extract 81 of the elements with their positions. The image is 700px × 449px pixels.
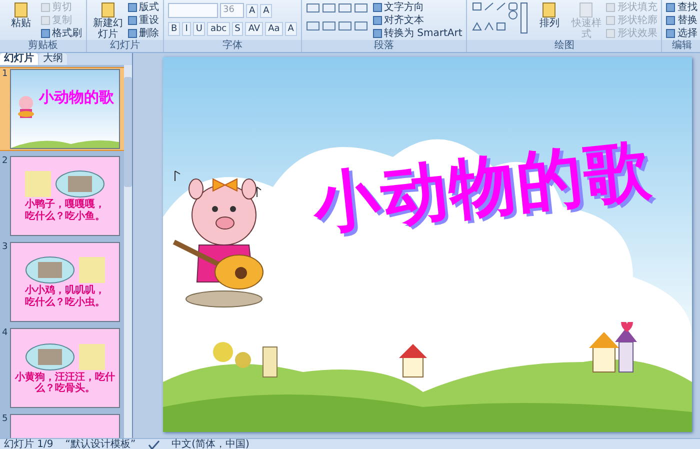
- ribbon-button[interactable]: 重设: [128, 14, 159, 26]
- group-label: 段落: [302, 40, 466, 52]
- group-label: 幻灯片: [87, 40, 163, 52]
- group-label: 编辑: [662, 40, 700, 52]
- ribbon-button[interactable]: 查找: [666, 1, 698, 13]
- ribbon-button[interactable]: 替换: [666, 14, 698, 26]
- font-format-button[interactable]: AV: [245, 22, 264, 36]
- slide-thumbnail-row[interactable]: 4 小黄狗，汪汪汪，吃什么？吃骨头。: [0, 327, 124, 409]
- square-icon: [666, 28, 676, 38]
- slide-thumbnail-row[interactable]: 5: [0, 413, 124, 438]
- ribbon-button[interactable]: 粘贴: [4, 1, 38, 29]
- language-indicator[interactable]: 中文(简体，中国): [172, 439, 250, 449]
- ribbon-button[interactable]: 选择: [666, 27, 698, 39]
- slide-thumbnail-row[interactable]: 2 小鸭子，嘎嘎嘎， 吃什么？吃小鱼。: [0, 155, 124, 237]
- slide-thumbnail-row[interactable]: 1 小动物的歌: [0, 67, 124, 151]
- group-label: 字体: [164, 40, 301, 52]
- slide-number: 1: [2, 69, 8, 81]
- panel-tab[interactable]: 幻灯片: [0, 53, 38, 65]
- photo-placeholder: [79, 257, 105, 283]
- font-format-button[interactable]: I: [182, 22, 191, 36]
- panel-tab[interactable]: 大纲: [39, 53, 67, 65]
- square-icon: [128, 16, 137, 24]
- photo-placeholder: [79, 344, 105, 370]
- ribbon-button[interactable]: 排列: [532, 1, 566, 29]
- square-icon: [666, 2, 676, 12]
- font-format-button[interactable]: A: [284, 22, 297, 36]
- ribbon-button[interactable]: 删除: [128, 27, 159, 39]
- font-format-button[interactable]: Aa: [265, 22, 283, 36]
- font-name-field[interactable]: [168, 3, 218, 18]
- square-icon: [606, 28, 616, 38]
- slide-counter: 幻灯片 1/9: [4, 439, 54, 449]
- checkmark-icon[interactable]: [148, 440, 160, 449]
- square-icon: [41, 16, 50, 24]
- document-icon: [541, 2, 558, 18]
- thought-bubble-drawing: [25, 342, 75, 370]
- ribbon-button[interactable]: 对齐文本: [372, 14, 462, 26]
- font-format-button[interactable]: B: [168, 22, 180, 36]
- thumbnail-title: 小动物的歌: [39, 88, 114, 107]
- slide-text: 小黄狗，汪汪汪，吃什么？吃骨头。: [15, 372, 115, 394]
- group-label: 绘图: [467, 40, 662, 52]
- slide-number: 2: [2, 156, 8, 168]
- slide-title: 小动物的歌: [309, 129, 657, 245]
- theme-name: “默认设计模板”: [65, 439, 136, 449]
- group-label: 剪贴板: [0, 40, 86, 52]
- font-format-button[interactable]: abc: [207, 22, 230, 36]
- ribbon-button[interactable]: 新建幻灯片: [91, 1, 125, 40]
- scrollbar[interactable]: [124, 65, 132, 438]
- square-icon: [372, 16, 382, 24]
- slide-text: 吃什么？吃小鱼。: [25, 211, 105, 222]
- square-icon: [606, 16, 616, 24]
- document-icon: [578, 2, 594, 18]
- square-icon: [372, 28, 382, 38]
- ribbon-button[interactable]: 转换为 SmartArt: [372, 27, 462, 39]
- square-icon: [372, 2, 382, 12]
- slide-thumbnail-row[interactable]: 3 小小鸡，叽叽叽， 吃什么？吃小虫。: [0, 241, 124, 323]
- slide-number: 3: [2, 242, 8, 254]
- thought-bubble-drawing: [55, 170, 105, 198]
- ribbon-button[interactable]: 版式: [128, 1, 159, 13]
- square-icon: [666, 16, 676, 24]
- slide-text: 小鸭子，嘎嘎嘎，: [25, 199, 105, 210]
- pig-drawing: [15, 94, 37, 120]
- photo-placeholder: [25, 171, 51, 197]
- ribbon-button[interactable]: 文字方向: [372, 1, 462, 13]
- slide-text: 吃什么？吃小虫。: [25, 297, 105, 308]
- square-icon: [606, 2, 616, 12]
- thought-bubble-drawing: [25, 256, 75, 284]
- document-icon: [100, 2, 116, 18]
- square-icon: [41, 28, 50, 38]
- font-format-button[interactable]: U: [192, 22, 206, 36]
- font-size-step-button[interactable]: A: [246, 4, 258, 18]
- shapes-gallery-icon[interactable]: [471, 1, 530, 35]
- slide-text: 小小鸡，叽叽叽，: [25, 285, 105, 296]
- square-icon: [128, 28, 137, 38]
- square-icon: [41, 2, 50, 12]
- font-size-step-button[interactable]: A: [260, 4, 272, 18]
- ribbon-button[interactable]: 格式刷: [41, 27, 82, 39]
- slide-number: 4: [2, 328, 8, 340]
- square-icon: [128, 2, 137, 12]
- font-format-button[interactable]: S: [232, 22, 244, 36]
- slide-number: 5: [2, 414, 8, 426]
- document-icon: [13, 2, 29, 18]
